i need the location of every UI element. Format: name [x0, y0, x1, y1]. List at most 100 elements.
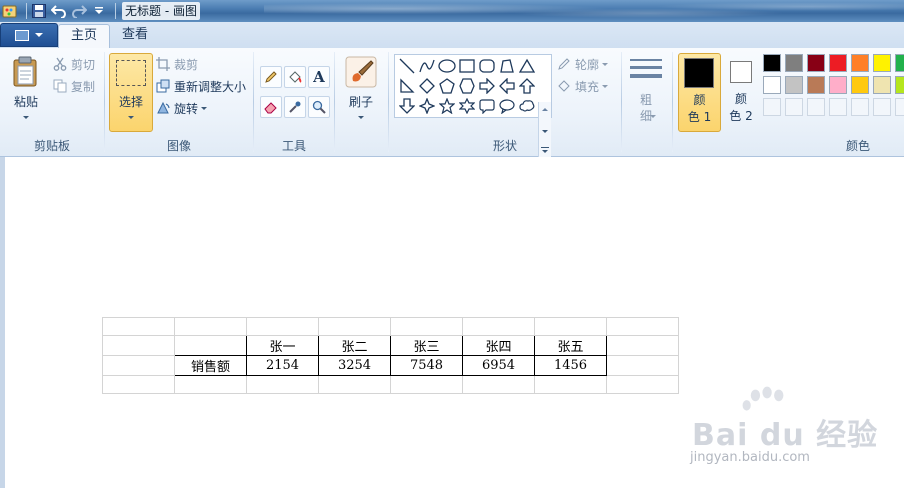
color1-button[interactable]: 颜 色 1	[678, 53, 721, 132]
triangle-shape-icon[interactable]	[517, 56, 537, 76]
chevron-down-icon	[128, 116, 134, 119]
left-arrow-shape-icon[interactable]	[497, 76, 517, 96]
custom-color-slot[interactable]	[785, 98, 803, 116]
oval-callout-shape-icon[interactable]	[497, 96, 517, 116]
fill-tool[interactable]	[284, 66, 306, 88]
brushes-button[interactable]: 刷子	[341, 54, 381, 126]
color-swatch[interactable]	[785, 76, 803, 94]
redo-icon[interactable]	[71, 3, 87, 19]
table-data-row: 销售额 2154 3254 7548 6954 1456	[102, 355, 679, 376]
color-swatch[interactable]	[829, 76, 847, 94]
color-swatch[interactable]	[851, 76, 869, 94]
crop-button[interactable]: 裁剪	[155, 54, 198, 74]
watermark-brand: Bai du 经验	[692, 418, 879, 453]
oval-shape-icon[interactable]	[437, 56, 457, 76]
save-icon[interactable]	[31, 3, 47, 19]
four-point-star-shape-icon[interactable]	[417, 96, 437, 116]
tab-home[interactable]: 主页	[58, 24, 111, 49]
table-value-cell: 2154	[246, 355, 319, 376]
image-group: 选择 裁剪 重新调整大小 旋转 图像	[105, 48, 253, 156]
custom-color-slot[interactable]	[873, 98, 891, 116]
paste-button[interactable]: 粘贴	[6, 54, 46, 126]
outline-pencil-icon	[556, 56, 572, 72]
magnifier-tool[interactable]	[308, 96, 330, 118]
rectangle-shape-icon[interactable]	[457, 56, 477, 76]
group-separator	[621, 52, 622, 152]
color-swatch[interactable]	[763, 54, 781, 72]
expand-gallery-icon[interactable]	[541, 147, 549, 148]
shapes-gallery-scrollbar[interactable]	[538, 102, 551, 164]
select-button[interactable]: 选择	[109, 53, 153, 132]
fill-button[interactable]: 填充	[556, 76, 609, 96]
down-arrow-shape-icon[interactable]	[397, 96, 417, 116]
custom-color-slot[interactable]	[763, 98, 781, 116]
curve-shape-icon[interactable]	[417, 56, 437, 76]
right-arrow-shape-icon[interactable]	[477, 76, 497, 96]
color-swatch[interactable]	[895, 54, 904, 72]
text-tool[interactable]: A	[308, 66, 330, 88]
cloud-callout-shape-icon[interactable]	[517, 96, 537, 116]
custom-color-slot[interactable]	[851, 98, 869, 116]
custom-color-slot[interactable]	[829, 98, 847, 116]
hexagon-shape-icon[interactable]	[457, 76, 477, 96]
color-swatch[interactable]	[763, 76, 781, 94]
undo-icon[interactable]	[51, 3, 67, 19]
table-cell	[390, 375, 463, 394]
outline-button[interactable]: 轮廓	[556, 54, 609, 74]
rotate-label: 旋转	[174, 101, 199, 116]
document-icon	[15, 29, 29, 41]
paint-app-icon[interactable]	[2, 3, 18, 19]
pentagon-shape-icon[interactable]	[437, 76, 457, 96]
line-shape-icon[interactable]	[397, 56, 417, 76]
color-picker-tool[interactable]	[284, 96, 306, 118]
ribbon-tab-row: 主页 查看	[0, 22, 904, 49]
table-header-cell: 张一	[246, 335, 319, 356]
size-button[interactable]: 粗 细	[626, 54, 668, 126]
paste-label: 粘贴	[13, 95, 38, 109]
polygon-shape-icon[interactable]	[497, 56, 517, 76]
color-swatch[interactable]	[785, 54, 803, 72]
rounded-callout-shape-icon[interactable]	[477, 96, 497, 116]
color-swatch[interactable]	[873, 54, 891, 72]
tools-group: A 工具	[254, 48, 334, 156]
five-point-star-shape-icon[interactable]	[437, 96, 457, 116]
copy-button[interactable]: 复制	[52, 76, 95, 96]
tab-view[interactable]: 查看	[110, 24, 160, 48]
pencil-tool[interactable]	[260, 66, 282, 88]
chevron-up-icon[interactable]	[542, 108, 548, 111]
tools-group-label: 工具	[281, 139, 306, 153]
right-triangle-shape-icon[interactable]	[397, 76, 417, 96]
color-swatch[interactable]	[807, 76, 825, 94]
customize-toolbar-icon[interactable]	[91, 3, 107, 19]
up-arrow-shape-icon[interactable]	[517, 76, 537, 96]
colors-group-label: 颜色	[845, 139, 870, 153]
resize-button[interactable]: 重新调整大小	[155, 76, 246, 96]
watermark-url: jingyan.baidu.com	[690, 450, 810, 465]
table-cell	[102, 317, 175, 336]
color2-swatch	[730, 61, 752, 83]
eyedropper-icon	[287, 99, 303, 115]
table-header-row: 张一 张二 张三 张四 张五	[102, 335, 679, 356]
application-menu-button[interactable]	[0, 23, 58, 47]
color-swatch[interactable]	[807, 54, 825, 72]
chevron-down-icon	[358, 116, 364, 119]
color2-button[interactable]: 颜 色 2	[722, 53, 760, 130]
copy-label: 复制	[71, 79, 96, 94]
selection-marquee-icon	[116, 60, 146, 86]
color-swatch[interactable]	[873, 76, 891, 94]
custom-color-slot[interactable]	[895, 98, 904, 116]
six-point-star-shape-icon[interactable]	[457, 96, 477, 116]
color-swatch[interactable]	[895, 76, 904, 94]
eraser-tool[interactable]	[260, 96, 282, 118]
diamond-shape-icon[interactable]	[417, 76, 437, 96]
cut-button[interactable]: 剪切	[52, 54, 95, 74]
table-cell	[534, 317, 607, 336]
color-swatch[interactable]	[829, 54, 847, 72]
rotate-button[interactable]: 旋转	[155, 98, 208, 118]
chevron-down-icon[interactable]	[542, 130, 548, 133]
color-swatch[interactable]	[851, 54, 869, 72]
custom-color-slot[interactable]	[807, 98, 825, 116]
chevron-down-icon	[35, 33, 43, 37]
rotate-icon	[155, 100, 171, 116]
rounded-rectangle-shape-icon[interactable]	[477, 56, 497, 76]
